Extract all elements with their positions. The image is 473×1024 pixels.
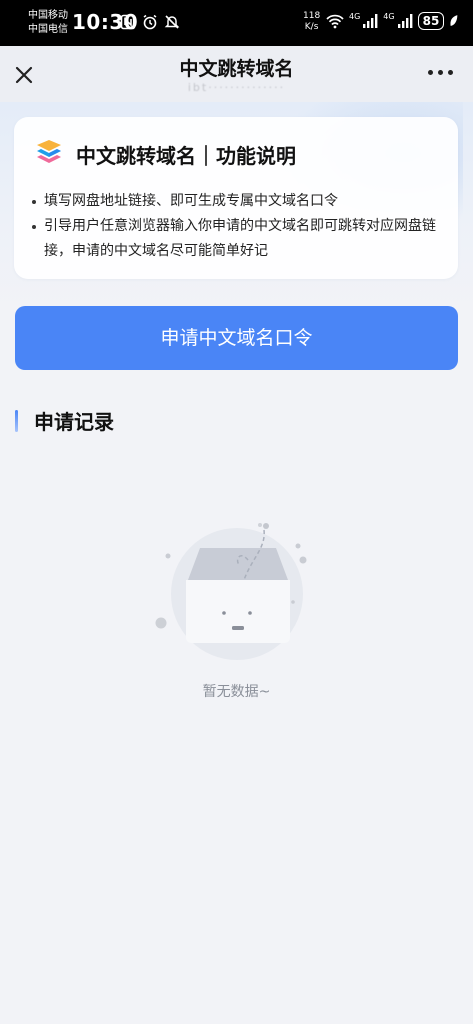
status-bar: 中国移动 中国电信 10:30 118 K/s 4G 4G 85 <box>0 0 473 46</box>
info-card-header: 中文跳转域名｜功能说明 <box>34 139 296 169</box>
page-subtitle: ibt·············· <box>187 81 286 94</box>
network-type-2: 4G <box>383 12 395 21</box>
page-title: 中文跳转域名 <box>179 58 294 80</box>
network-type-1: 4G <box>349 12 361 21</box>
dot-icon <box>428 70 433 75</box>
records-section-title: 申请记录 <box>34 410 114 434</box>
status-icons-left <box>120 14 180 30</box>
layers-icon <box>37 140 61 163</box>
signal-icon <box>363 14 378 28</box>
carrier-1: 中国移动 <box>28 10 68 21</box>
empty-box-icon <box>155 523 307 660</box>
network-speed: 118 K/s <box>303 11 320 33</box>
nfc-icon <box>120 14 136 30</box>
top-nav-bar: 中文跳转域名 ibt·············· <box>0 46 473 102</box>
apply-domain-button[interactable]: 申请中文域名口令 <box>15 306 458 370</box>
feature-list: 填写网盘地址链接、即可生成专属中文域名口令 引导用户任意浏览器输入你申请的中文域… <box>30 189 442 264</box>
carrier-info: 中国移动 中国电信 <box>28 9 68 37</box>
leaf-icon <box>450 15 458 26</box>
feature-item: 填写网盘地址链接、即可生成专属中文域名口令 <box>30 189 442 214</box>
mute-icon <box>164 15 180 29</box>
wifi-icon <box>326 14 344 29</box>
speed-unit: K/s <box>304 22 319 32</box>
signal-icon <box>397 14 412 28</box>
speed-value: 118 <box>303 11 321 21</box>
section-accent-bar <box>15 409 18 432</box>
battery-level: 85 <box>422 14 440 28</box>
more-options-button[interactable] <box>428 70 453 75</box>
empty-state-text: 暂无数据~ <box>202 684 271 700</box>
info-card-title: 中文跳转域名｜功能说明 <box>76 143 296 168</box>
alarm-icon <box>143 14 157 30</box>
carrier-2: 中国电信 <box>28 24 68 35</box>
dot-icon <box>438 70 443 75</box>
records-section-header: 申请记录 <box>15 406 114 435</box>
feature-item: 引导用户任意浏览器输入你申请的中文域名即可跳转对应网盘链接，申请的中文域名尽可能… <box>30 214 442 264</box>
dot-icon <box>448 70 453 75</box>
battery-icon: 85 <box>417 12 445 30</box>
info-card: 中文跳转域名｜功能说明 填写网盘地址链接、即可生成专属中文域名口令 引导用户任意… <box>14 117 458 279</box>
status-icons-right: 4G 4G 85 <box>326 12 459 30</box>
